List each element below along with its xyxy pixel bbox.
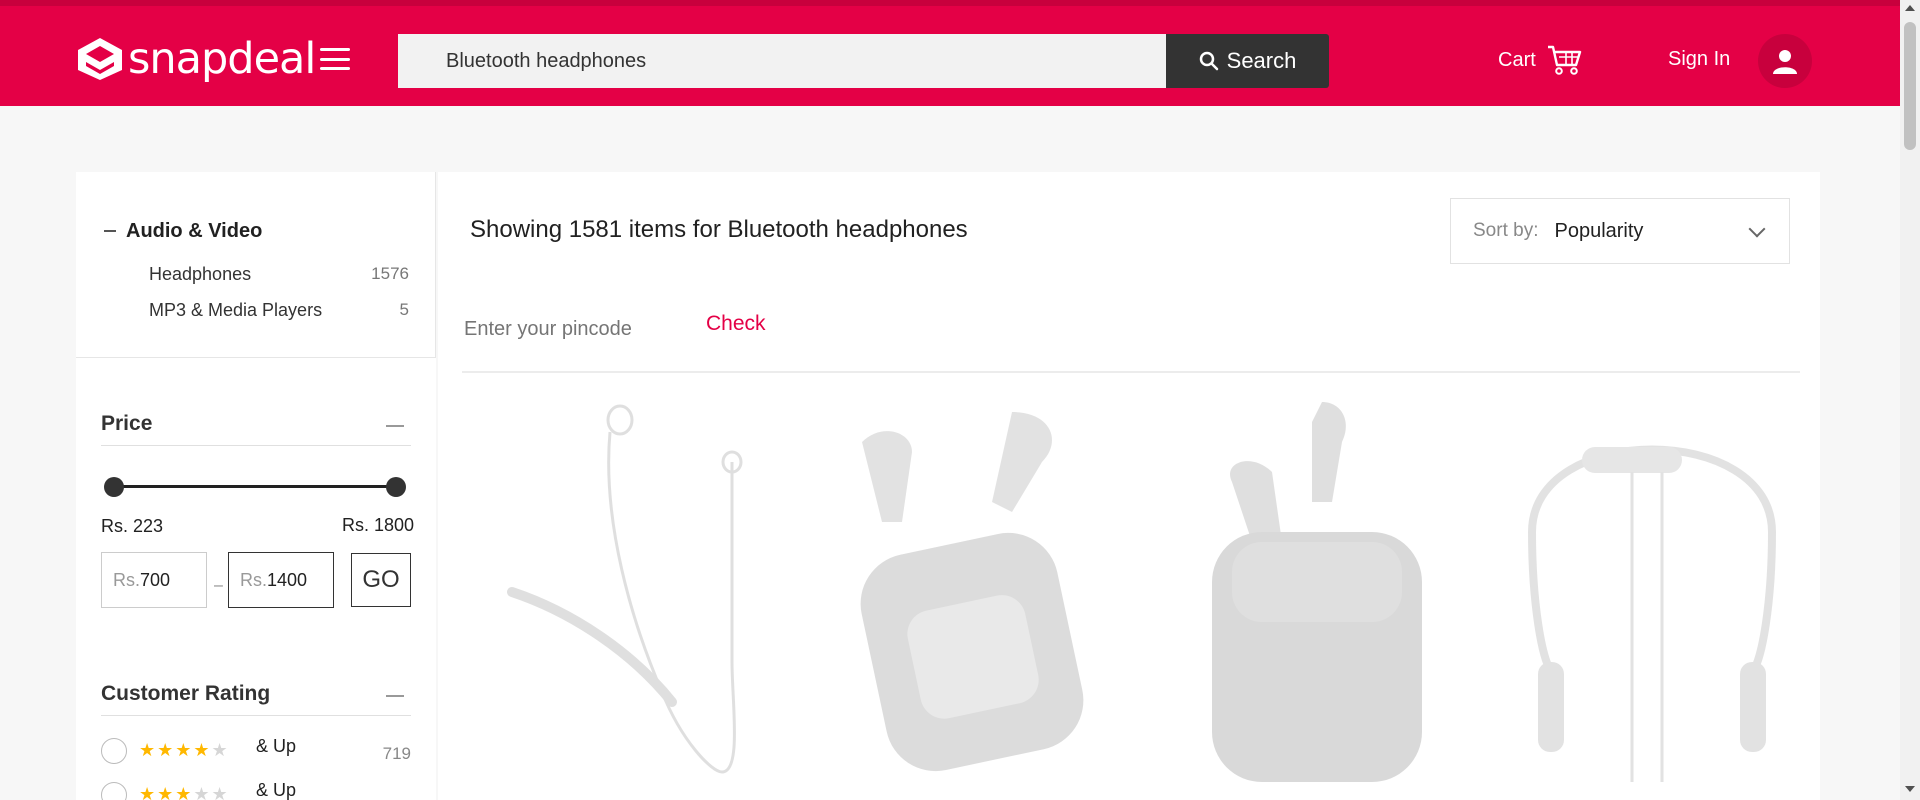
rating-label: & Up bbox=[256, 736, 297, 756]
currency-prefix: Rs. bbox=[113, 569, 140, 590]
rating-option[interactable]: ★★★★★ & Up 719 bbox=[101, 736, 411, 764]
scrollbar-thumb[interactable] bbox=[1904, 22, 1916, 150]
price-slider-min-handle[interactable] bbox=[104, 477, 124, 497]
category-item-mp3-players[interactable]: MP3 & Media Players bbox=[149, 300, 322, 321]
price-slider-track[interactable] bbox=[113, 485, 395, 488]
category-item-headphones[interactable]: Headphones bbox=[149, 264, 251, 285]
logo-mark-icon bbox=[76, 36, 124, 82]
category-title: Audio & Video bbox=[126, 220, 263, 242]
product-image-tws-earbuds[interactable] bbox=[822, 402, 1152, 800]
top-header: snapdeal Search Cart Sign In bbox=[0, 0, 1900, 106]
logo-text: snapdeal bbox=[128, 34, 316, 84]
sort-label: Sort by: bbox=[1473, 220, 1539, 241]
pincode-check-link[interactable]: Check bbox=[706, 312, 766, 336]
page-scrollbar[interactable] bbox=[1900, 0, 1920, 800]
star-rating-icon: ★★★★★ bbox=[139, 740, 230, 760]
menu-hamburger-icon[interactable] bbox=[320, 48, 350, 70]
search-icon bbox=[1199, 51, 1218, 71]
price-to-value: 1400 bbox=[267, 569, 308, 590]
scroll-down-icon[interactable] bbox=[1905, 786, 1915, 792]
scroll-up-icon[interactable] bbox=[1905, 5, 1915, 11]
cart-icon bbox=[1547, 45, 1581, 75]
rating-filter-title: Customer Rating bbox=[101, 682, 271, 705]
sort-value: Popularity bbox=[1554, 219, 1644, 242]
product-grid bbox=[462, 402, 1800, 800]
sign-in-link[interactable]: Sign In bbox=[1668, 48, 1730, 71]
product-image-bluetooth-neckband[interactable] bbox=[1502, 402, 1832, 800]
category-count: 5 bbox=[399, 300, 409, 319]
collapse-category-icon[interactable] bbox=[104, 230, 116, 232]
price-divider bbox=[101, 445, 411, 446]
filter-sidebar: Audio & Video Headphones 1576 MP3 & Medi… bbox=[76, 172, 436, 800]
search-input[interactable] bbox=[398, 34, 1166, 88]
category-section: Audio & Video Headphones 1576 MP3 & Medi… bbox=[76, 172, 436, 358]
rating-label: & Up bbox=[256, 780, 297, 800]
results-divider bbox=[462, 371, 1800, 373]
price-min-label: Rs. 223 bbox=[101, 516, 164, 536]
price-from-value: 700 bbox=[140, 569, 171, 590]
top-strip bbox=[0, 0, 1900, 6]
collapse-price-icon[interactable] bbox=[386, 425, 404, 427]
snapdeal-logo[interactable]: snapdeal bbox=[76, 34, 316, 84]
rating-radio[interactable] bbox=[101, 782, 127, 800]
search-button-label: Search bbox=[1226, 48, 1297, 73]
user-avatar-icon[interactable] bbox=[1758, 34, 1812, 88]
results-count-heading: Showing 1581 items for Bluetooth headpho… bbox=[470, 216, 968, 243]
price-slider-max-handle[interactable] bbox=[386, 477, 406, 497]
price-max-label: Rs. 1800 bbox=[342, 515, 415, 535]
category-count: 1576 bbox=[371, 264, 409, 283]
price-separator: – bbox=[214, 577, 223, 594]
cart-link[interactable]: Cart bbox=[1498, 44, 1582, 76]
sort-dropdown[interactable]: Sort by: Popularity bbox=[1450, 198, 1790, 264]
star-rating-icon: ★★★★★ bbox=[139, 784, 230, 800]
cart-label: Cart bbox=[1498, 48, 1536, 71]
pincode-input[interactable] bbox=[464, 312, 684, 346]
product-image-neckband-earphones[interactable] bbox=[482, 402, 812, 800]
price-filter-title: Price bbox=[101, 412, 153, 435]
search-button[interactable]: Search bbox=[1166, 34, 1329, 88]
collapse-rating-icon[interactable] bbox=[386, 695, 404, 697]
price-go-button[interactable]: GO bbox=[351, 553, 411, 607]
currency-prefix: Rs. bbox=[240, 569, 267, 590]
results-panel: Showing 1581 items for Bluetooth headpho… bbox=[438, 172, 1820, 800]
price-to-input[interactable]: Rs. 1400 bbox=[228, 552, 334, 608]
rating-option[interactable]: ★★★★★ & Up bbox=[101, 780, 411, 800]
price-from-input[interactable]: Rs. 700 bbox=[101, 552, 207, 608]
rating-divider bbox=[101, 715, 411, 716]
rating-radio[interactable] bbox=[101, 738, 127, 764]
product-image-earbuds-case[interactable] bbox=[1172, 402, 1502, 800]
chevron-down-icon bbox=[1748, 220, 1766, 238]
rating-count: 719 bbox=[382, 744, 411, 763]
